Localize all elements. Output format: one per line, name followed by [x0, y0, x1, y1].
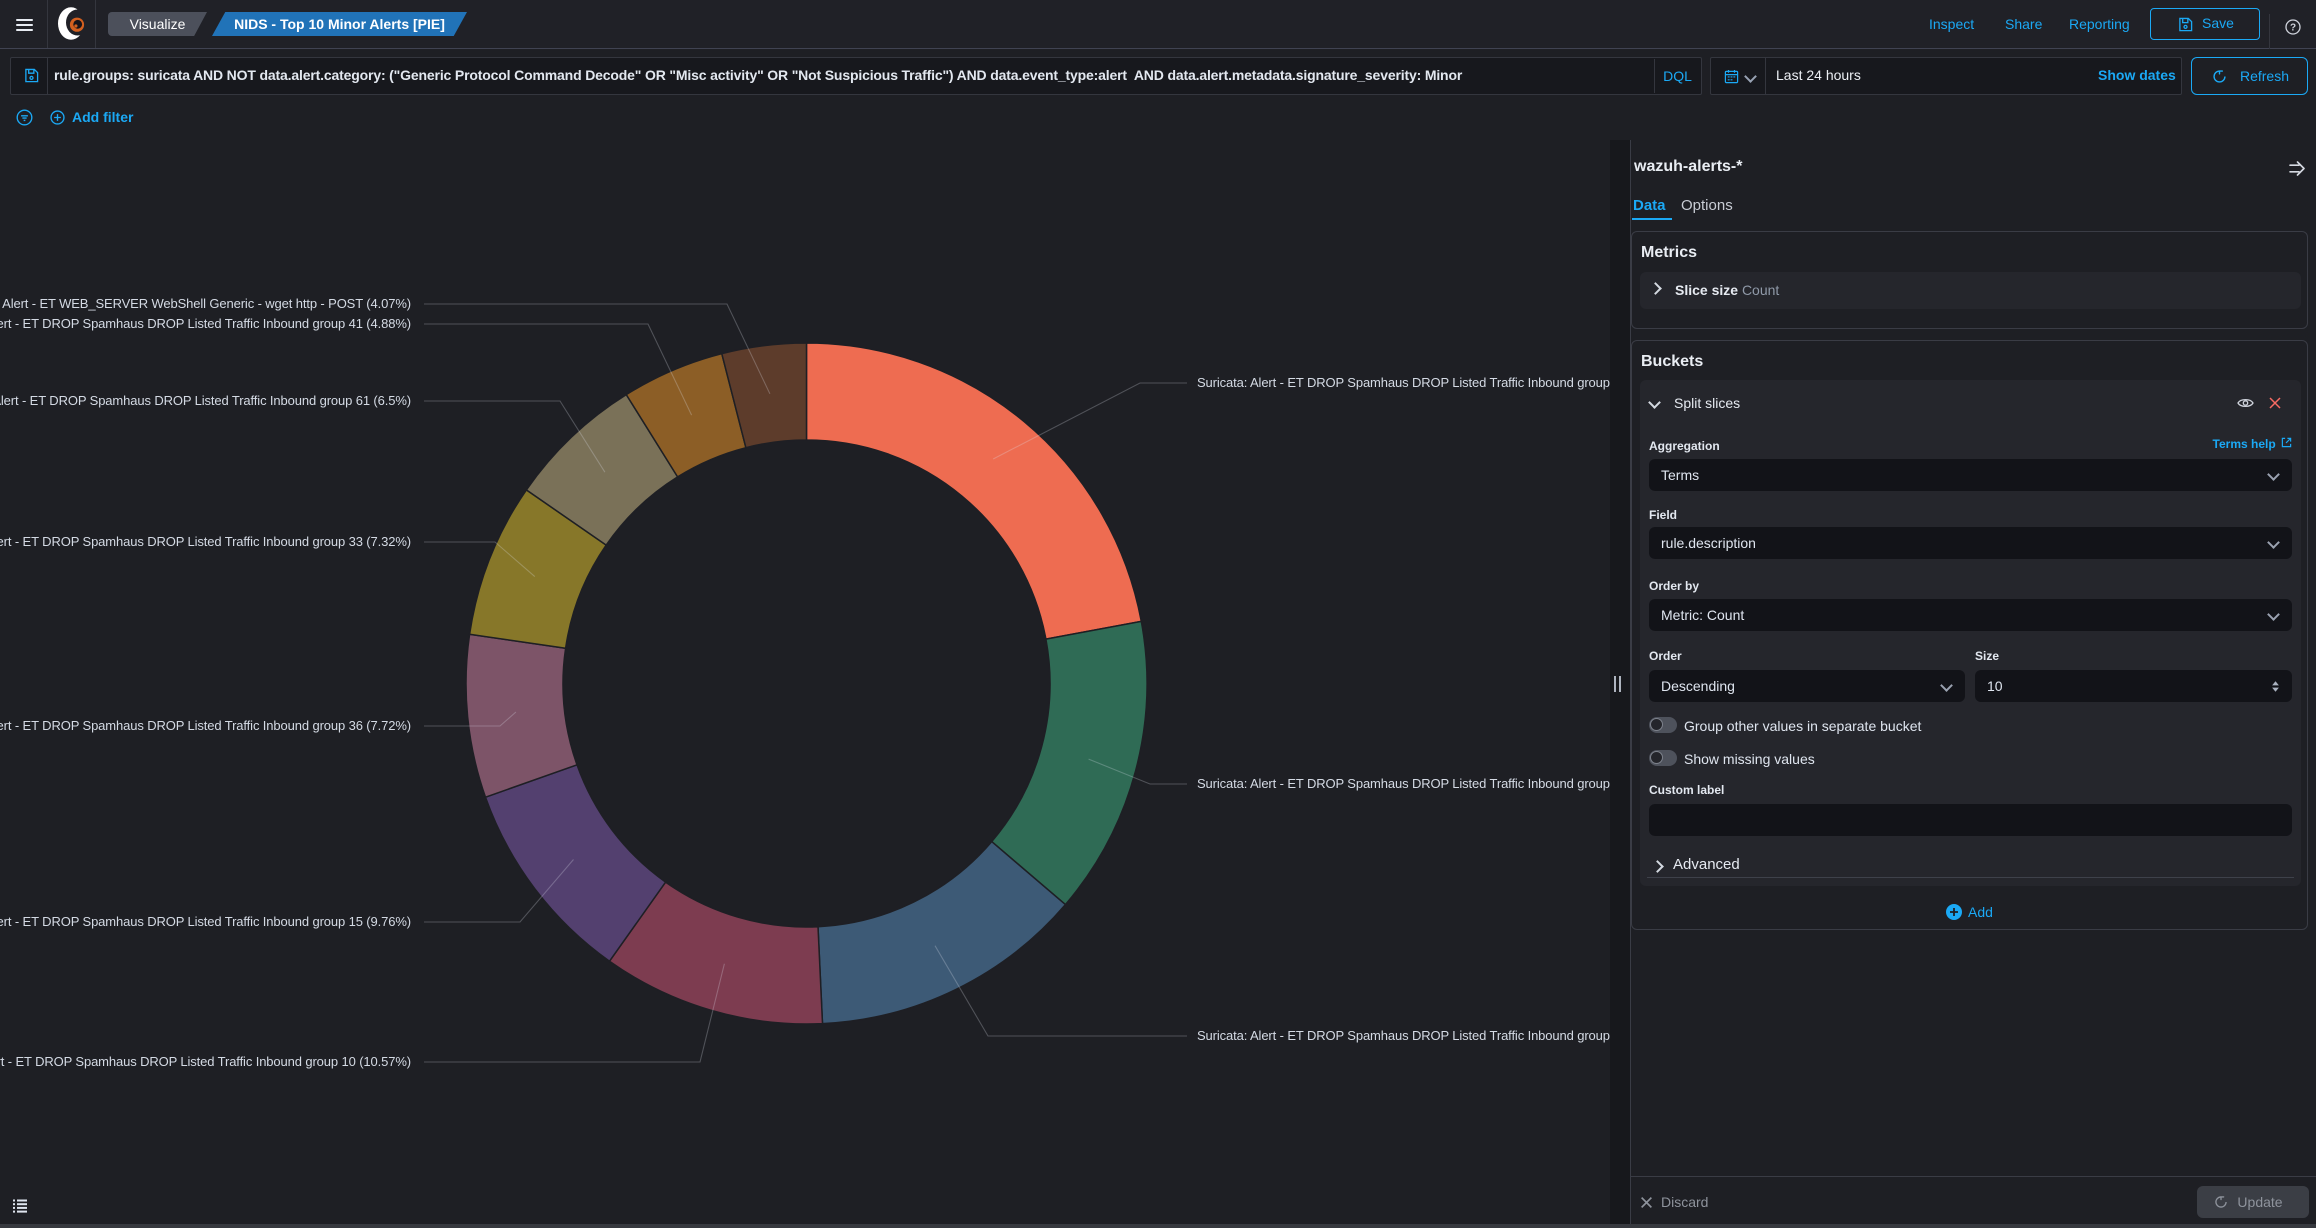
svg-text:?: ?: [2290, 23, 2296, 34]
